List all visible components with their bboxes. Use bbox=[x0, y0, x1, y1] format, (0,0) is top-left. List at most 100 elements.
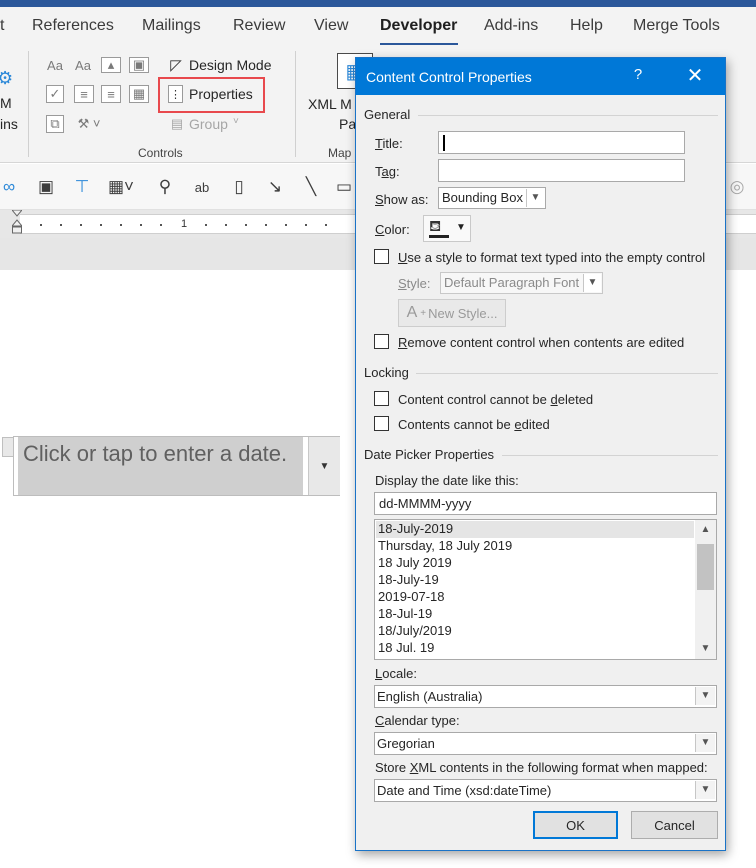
tag-label: Tag: bbox=[375, 164, 400, 179]
date-format-item[interactable]: Thursday, 18 July 2019 bbox=[376, 538, 694, 555]
legacy-tools-icon[interactable]: ⚒ ˅ bbox=[72, 115, 106, 133]
picture-content-control-icon[interactable]: ▴ bbox=[101, 57, 121, 73]
checkbox-content-control-icon[interactable]: ✓ bbox=[46, 85, 64, 103]
use-style-label[interactable]: Use a style to format text typed into th… bbox=[398, 250, 705, 265]
date-format-list[interactable]: 18-July-2019 Thursday, 18 July 2019 18 Jul… bbox=[374, 519, 717, 660]
design-mode-button[interactable]: Design Mode bbox=[189, 57, 272, 73]
locking-divider bbox=[416, 373, 718, 374]
calendar-type-label: Calendar type: bbox=[375, 713, 460, 728]
save-form-icon[interactable]: ▣ bbox=[35, 176, 57, 198]
group-icon[interactable]: ▤ bbox=[167, 115, 187, 133]
date-format-item[interactable]: 18-July-19 bbox=[376, 572, 694, 589]
plus-icon: + bbox=[420, 307, 427, 319]
scroll-thumb[interactable] bbox=[697, 544, 714, 590]
repeating-section-content-control-icon[interactable]: ⧉ bbox=[46, 115, 64, 133]
chevron-down-icon[interactable]: ▼ bbox=[695, 641, 716, 657]
locale-select[interactable]: English (Australia) ▼ bbox=[374, 685, 717, 708]
date-format-item[interactable]: 18 Jul. 19 bbox=[376, 640, 694, 657]
date-format-item[interactable]: 18-July-2019 bbox=[376, 521, 694, 538]
xml-schema-icon[interactable]: ⚙ bbox=[0, 67, 13, 89]
show-as-label: Show as: bbox=[375, 192, 429, 207]
ribbon-tabs: t References Mailings Review View Develo… bbox=[0, 7, 756, 46]
general-heading: General bbox=[364, 107, 411, 122]
cannot-edit-label[interactable]: Contents cannot be edited bbox=[398, 417, 550, 432]
color-picker-button[interactable]: ⛾ ▼ bbox=[423, 215, 471, 242]
show-as-select[interactable]: Bounding Box ▼ bbox=[438, 187, 546, 209]
color-label: Color: bbox=[375, 222, 410, 237]
tag-input[interactable] bbox=[438, 159, 685, 182]
cannot-delete-checkbox[interactable] bbox=[374, 391, 389, 406]
style-label: Style: bbox=[398, 276, 431, 291]
date-dropdown-button[interactable]: ▼ bbox=[308, 437, 340, 495]
placeholder-text[interactable]: Click or tap to enter a date. bbox=[23, 441, 287, 467]
chevron-down-icon: ▼ bbox=[526, 189, 544, 207]
cancel-button[interactable]: Cancel bbox=[631, 811, 718, 839]
drop-down-list-content-control-icon[interactable]: ≡ bbox=[101, 85, 121, 103]
locale-label: Locale: bbox=[375, 666, 417, 681]
date-format-item[interactable]: 18-Jul-19 bbox=[376, 606, 694, 623]
tab-developer[interactable]: Developer bbox=[380, 17, 457, 35]
date-format-item[interactable]: 2019-07-18 bbox=[376, 589, 694, 606]
tab-add-ins[interactable]: Add-ins bbox=[484, 17, 538, 35]
document-icon[interactable]: ▯ bbox=[228, 176, 250, 198]
arrow-icon[interactable]: ↘ bbox=[264, 176, 286, 198]
rich-text-content-control-icon[interactable]: Aa bbox=[44, 55, 66, 75]
building-block-gallery-icon[interactable]: ▣ bbox=[129, 57, 149, 73]
indent-marker-icon[interactable] bbox=[12, 210, 22, 238]
chevron-down-icon: ▼ bbox=[695, 687, 715, 705]
color-swatch bbox=[429, 235, 449, 238]
help-icon[interactable]: ? bbox=[628, 66, 648, 83]
title-label: Title: bbox=[375, 136, 403, 151]
mapping-group-label: Map bbox=[328, 146, 352, 160]
remove-content-control-label[interactable]: Remove content control when contents are… bbox=[398, 335, 684, 350]
placeholder-highlight: Click or tap to enter a date. bbox=[18, 437, 303, 495]
shape-icon[interactable]: ▭ bbox=[334, 176, 354, 198]
link-icon[interactable]: ∞ bbox=[0, 176, 18, 198]
date-picker-content-control-icon[interactable]: ▦ bbox=[129, 85, 149, 103]
group-button[interactable]: Group bbox=[189, 116, 228, 132]
title-input[interactable] bbox=[438, 131, 685, 154]
tab-file-cut[interactable]: t bbox=[0, 17, 4, 35]
date-format-item[interactable]: 18 July 2019 bbox=[376, 555, 694, 572]
chevron-down-icon: ▼ bbox=[319, 460, 330, 472]
chevron-up-icon[interactable]: ▲ bbox=[695, 522, 716, 538]
design-mode-icon[interactable]: ◸ bbox=[166, 55, 186, 75]
combo-box-content-control-icon[interactable]: ≡ bbox=[74, 85, 94, 103]
store-xml-label: Store XML contents in the following form… bbox=[375, 760, 708, 775]
xml-mapping-label-2[interactable]: Pa bbox=[339, 116, 356, 132]
table-icon[interactable]: ▦˅ bbox=[104, 176, 138, 198]
close-icon[interactable]: ✕ bbox=[680, 63, 710, 88]
list-scrollbar[interactable]: ▲ ▼ bbox=[695, 520, 716, 659]
calendar-type-select[interactable]: Gregorian ▼ bbox=[374, 732, 717, 755]
tab-view[interactable]: View bbox=[314, 17, 348, 35]
chevron-down-icon: ▼ bbox=[583, 274, 601, 292]
general-divider bbox=[418, 115, 718, 116]
xml-mapping-label[interactable]: XML M bbox=[308, 96, 352, 112]
display-date-label: Display the date like this: bbox=[375, 473, 519, 488]
replace-icon[interactable]: ab bbox=[190, 176, 214, 198]
org-chart-icon[interactable]: ⊤ bbox=[71, 176, 93, 198]
use-style-checkbox[interactable] bbox=[374, 249, 389, 264]
date-format-item[interactable]: 18/July/2019 bbox=[376, 623, 694, 640]
tab-review[interactable]: Review bbox=[233, 17, 285, 35]
cannot-edit-checkbox[interactable] bbox=[374, 416, 389, 431]
line-icon[interactable]: ╲ bbox=[300, 176, 322, 198]
tab-mailings[interactable]: Mailings bbox=[142, 17, 201, 35]
tab-references[interactable]: References bbox=[32, 17, 114, 35]
date-format-input[interactable]: dd-MMMM-yyyy bbox=[374, 492, 717, 515]
ok-button[interactable]: OK bbox=[533, 811, 618, 839]
group-dropdown-icon[interactable]: ˅ bbox=[233, 116, 239, 127]
circle-icon[interactable]: ◎ bbox=[726, 176, 748, 198]
new-style-button[interactable]: A + New Style... bbox=[398, 299, 506, 327]
cannot-delete-label[interactable]: Content control cannot be deleted bbox=[398, 392, 593, 407]
date-picker-content-control[interactable]: Click or tap to enter a date. ▼ bbox=[13, 436, 340, 496]
find-icon[interactable]: ⚲ bbox=[154, 176, 176, 198]
style-select[interactable]: Default Paragraph Font ▼ bbox=[440, 272, 603, 294]
tab-merge-tools[interactable]: Merge Tools bbox=[633, 17, 720, 35]
store-xml-select[interactable]: Date and Time (xsd:dateTime) ▼ bbox=[374, 779, 717, 802]
new-style-label: New Style... bbox=[428, 305, 498, 321]
tab-help[interactable]: Help bbox=[570, 17, 603, 35]
word-window: t References Mailings Review View Develo… bbox=[0, 0, 756, 868]
remove-content-control-checkbox[interactable] bbox=[374, 334, 389, 349]
plain-text-content-control-icon[interactable]: Aa bbox=[72, 55, 94, 75]
